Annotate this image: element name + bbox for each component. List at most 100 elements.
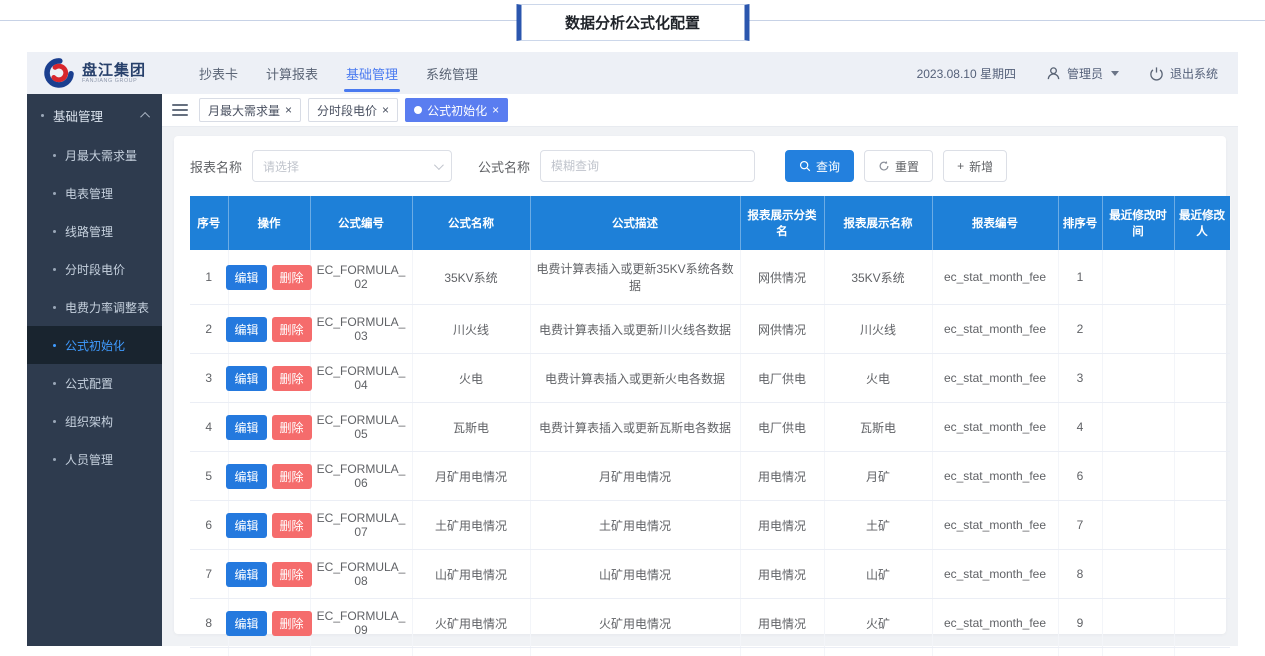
page-title: 数据分析公式化配置 [516,4,749,41]
top-nav-item[interactable]: 计算报表 [266,52,318,94]
cell-index: 1 [190,250,228,305]
cell-report-code: ec_stat_month_fee [932,648,1058,656]
cell-report-code: ec_stat_month_fee [932,599,1058,648]
sidebar-item[interactable]: 公式配置 [27,364,162,402]
cell-index: 6 [190,501,228,550]
formula-name-label: 公式名称 [478,157,530,176]
cell-formula-name: 金佳矿用电情况 [412,648,530,656]
close-icon[interactable]: × [285,104,292,116]
brand-name-en: FANJIANG GROUP [82,78,140,83]
cell-sort-number: 7 [1058,501,1102,550]
logout-button[interactable]: 退出系统 [1149,65,1218,82]
cell-modified-time [1102,305,1174,354]
close-icon[interactable]: × [382,104,389,116]
search-button[interactable]: 查询 [785,150,854,182]
close-icon[interactable]: × [492,104,499,116]
edit-button[interactable]: 编辑 [226,317,266,342]
delete-button[interactable]: 删除 [272,562,312,587]
table-header-cell: 操作 [228,196,310,250]
sidebar-item[interactable]: 电表管理 [27,174,162,212]
sidebar-item[interactable]: 分时段电价 [27,250,162,288]
report-name-select[interactable]: 请选择 [252,150,452,182]
user-icon [1046,66,1061,81]
table-row: 3 编辑 删除 EC_FORMULA_04 火电 [190,354,1230,403]
cell-modified-by [1174,501,1230,550]
cell-modified-time [1102,403,1174,452]
refresh-icon [878,160,890,172]
delete-button[interactable]: 删除 [272,513,312,538]
cell-formula-name: 火电 [412,354,530,403]
cell-formula-code: EC_FORMULA_03 [310,305,412,354]
edit-button[interactable]: 编辑 [226,464,266,489]
brand-name: 盘江集团 [82,63,146,78]
sidebar-item[interactable]: 公式初始化 [27,326,162,364]
logo-swirl-icon [43,57,75,89]
main-area: 月最大需求量 × 分时段电价 × 公式初始化 × [162,94,1238,646]
cell-formula-desc: 山矿用电情况 [530,550,740,599]
bullet-icon [53,154,56,157]
edit-button[interactable]: 编辑 [226,265,266,290]
sidebar-item[interactable]: 月最大需求量 [27,136,162,174]
app-header: 盘江集团 FANJIANG GROUP 抄表卡 计算报表 基础管理 系统管理 2… [27,52,1238,94]
delete-button[interactable]: 删除 [272,265,312,290]
cell-report-code: ec_stat_month_fee [932,403,1058,452]
bullet-icon [53,230,56,233]
cell-report-display-name: 山矿 [824,550,932,599]
sidebar-group-basic-management[interactable]: 基础管理 [27,94,162,136]
table-header-cell: 公式编号 [310,196,412,250]
bullet-icon [53,458,56,461]
sidebar-item-label: 组织架构 [65,413,113,430]
cell-formula-desc: 火矿用电情况 [530,599,740,648]
view-tab[interactable]: 分时段电价 × [308,98,398,122]
cell-sort-number: 9 [1058,599,1102,648]
edit-button[interactable]: 编辑 [226,562,266,587]
cell-formula-desc: 月矿用电情况 [530,452,740,501]
top-nav-item[interactable]: 抄表卡 [199,52,238,94]
cell-formula-desc: 金佳矿用电情况 [530,648,740,656]
delete-button[interactable]: 删除 [272,464,312,489]
view-tab[interactable]: 月最大需求量 × [199,98,301,122]
cell-modified-time [1102,452,1174,501]
sidebar-item[interactable]: 人员管理 [27,440,162,478]
edit-button[interactable]: 编辑 [226,513,266,538]
edit-button[interactable]: 编辑 [226,415,266,440]
edit-button[interactable]: 编辑 [226,366,266,391]
sidebar-item[interactable]: 电费力率调整表 [27,288,162,326]
logout-label: 退出系统 [1170,65,1218,82]
cell-formula-desc: 电费计算表插入或更新川火线各数据 [530,305,740,354]
bullet-icon [53,192,56,195]
view-tab[interactable]: 公式初始化 × [405,98,508,122]
cell-actions: 编辑 删除 [228,501,310,550]
cell-report-code: ec_stat_month_fee [932,250,1058,305]
cell-sort-number: 10 [1058,648,1102,656]
cell-report-category: 用电情况 [740,501,824,550]
cell-report-code: ec_stat_month_fee [932,305,1058,354]
sidebar-item-label: 月最大需求量 [65,147,137,164]
cell-report-category: 电厂供电 [740,354,824,403]
cell-modified-time [1102,648,1174,656]
edit-button[interactable]: 编辑 [226,611,266,636]
sidebar-item[interactable]: 组织架构 [27,402,162,440]
cell-report-display-name: 川火线 [824,305,932,354]
delete-button[interactable]: 删除 [272,611,312,636]
cell-index: 9 [190,648,228,656]
add-button[interactable]: + 新增 [943,150,1007,182]
delete-button[interactable]: 删除 [272,415,312,440]
sidebar-item[interactable]: 线路管理 [27,212,162,250]
cell-modified-by [1174,354,1230,403]
user-menu[interactable]: 管理员 [1046,65,1119,82]
company-logo: 盘江集团 FANJIANG GROUP [43,57,173,89]
formula-name-input[interactable] [540,150,755,182]
cell-report-display-name: 土矿 [824,501,932,550]
top-nav-item[interactable]: 基础管理 [346,52,398,94]
filter-bar: 报表名称 请选择 公式名称 [190,150,1210,182]
top-nav-item[interactable]: 系统管理 [426,52,478,94]
cell-sort-number: 3 [1058,354,1102,403]
sidebar-item-label: 电表管理 [65,185,113,202]
delete-button[interactable]: 删除 [272,317,312,342]
cell-report-category: 用电情况 [740,599,824,648]
delete-button[interactable]: 删除 [272,366,312,391]
reset-button[interactable]: 重置 [864,150,933,182]
tab-list-icon[interactable] [172,104,188,116]
cell-modified-by [1174,250,1230,305]
